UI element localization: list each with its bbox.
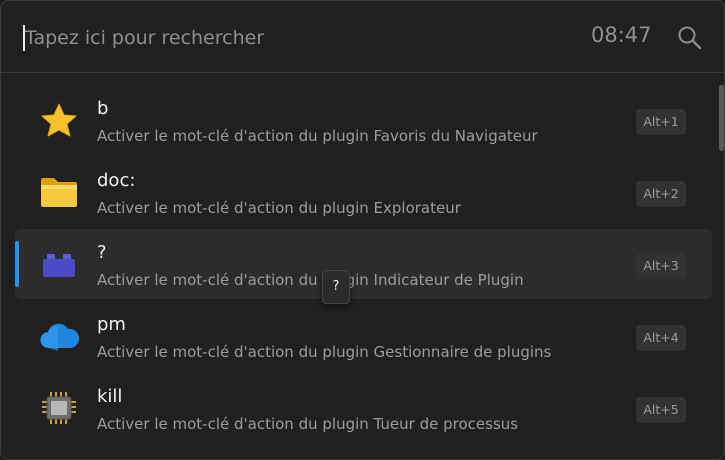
selection-indicator [15,241,19,287]
cloud-icon [39,318,80,354]
hotkey-badge: Alt+5 [636,397,686,423]
result-subtitle: Activer le mot-clé d'action du plugin Fa… [97,127,538,145]
results-scrollbar[interactable] [719,85,724,151]
result-subtitle: Activer le mot-clé d'action du plugin Ex… [97,199,461,217]
list-item[interactable]: doc: Activer le mot-clé d'action du plug… [15,157,712,227]
search-icon[interactable] [677,25,703,51]
hotkey-badge: Alt+1 [636,109,686,135]
tooltip: ? [322,270,350,304]
result-subtitle: Activer le mot-clé d'action du plugin Ge… [97,343,552,361]
star-icon [39,102,79,138]
list-item-selected[interactable]: ? Activer le mot-clé d'action du plugin … [15,229,712,299]
result-title: kill [97,386,123,407]
result-title: pm [97,314,126,335]
hotkey-badge: Alt+4 [636,325,686,351]
lego-brick-icon [39,246,79,282]
result-subtitle: Activer le mot-clé d'action du plugin In… [97,271,524,289]
folder-icon [39,174,79,210]
launcher-window: 08:47 b Activer le mot-clé d'action du p… [0,0,725,460]
list-item[interactable]: b Activer le mot-clé d'action du plugin … [15,85,712,155]
cpu-chip-icon [39,390,79,426]
result-subtitle: Activer le mot-clé d'action du plugin Tu… [97,415,519,433]
result-title: b [97,98,109,119]
result-title: doc: [97,170,136,191]
list-item[interactable]: kill Activer le mot-clé d'action du plug… [15,373,712,443]
search-input[interactable] [25,21,565,55]
result-title: ? [97,242,107,263]
hotkey-badge: Alt+3 [636,253,686,279]
search-bar: 08:47 [1,1,724,73]
results-list: b Activer le mot-clé d'action du plugin … [1,85,724,459]
hotkey-badge: Alt+2 [636,181,686,207]
list-item[interactable]: pm Activer le mot-clé d'action du plugin… [15,301,712,371]
clock-text: 08:47 [591,23,652,47]
